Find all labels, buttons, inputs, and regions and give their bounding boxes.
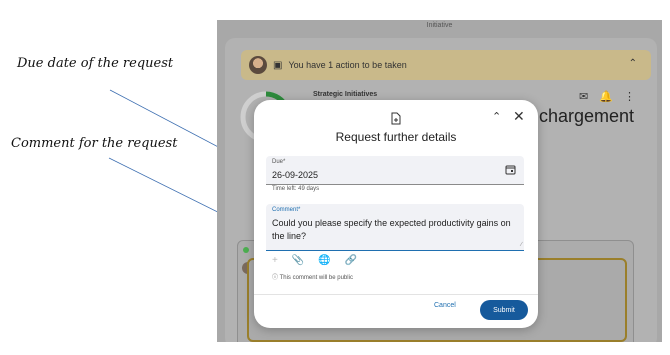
action-banner[interactable]: ▣ You have 1 action to be taken ⌃ <box>241 50 651 80</box>
status-dot <box>243 247 249 253</box>
chevron-up-icon[interactable]: ⌃ <box>629 58 637 69</box>
globe-icon[interactable]: 🌐 <box>318 255 330 266</box>
due-label: Due* <box>272 159 286 165</box>
page-title: chargement <box>539 106 635 126</box>
bell-icon[interactable]: 🔔 <box>599 91 613 103</box>
comment-value[interactable]: Could you please specify the expected pr… <box>272 217 514 243</box>
cancel-button[interactable]: Cancel <box>434 302 456 309</box>
app-header-text: Initiative <box>426 22 453 29</box>
submit-button[interactable]: Submit <box>480 300 528 320</box>
side-title: Strategic Initiatives <box>313 91 378 98</box>
public-note: ⓘ This comment will be public <box>272 272 353 281</box>
info-icon: ⓘ <box>272 275 279 281</box>
more-vert-icon[interactable]: ⋮ <box>624 91 635 103</box>
request-dialog: ⌃ ✕ Request further details Due* 26-09-2… <box>254 100 538 328</box>
action-icon: ▣ <box>273 59 283 71</box>
attachment-icon[interactable]: 📎 <box>292 255 304 266</box>
top-icons: ✉ 🔔 ⋮ <box>579 90 643 103</box>
close-icon[interactable]: ✕ <box>513 108 525 125</box>
banner-text: You have 1 action to be taken <box>288 60 407 70</box>
add-icon[interactable]: + <box>272 255 278 266</box>
public-note-text: This comment will be public <box>279 275 353 281</box>
time-left: Time left: 49 days <box>272 186 320 192</box>
annotation-comment: Comment for the request <box>11 136 178 151</box>
due-date-field[interactable]: Due* 26-09-2025 <box>266 156 524 185</box>
comment-toolbar: + 📎 🌐 🔗 <box>272 255 357 266</box>
comment-label: Comment* <box>272 207 301 213</box>
annotation-due-date: Due date of the request <box>17 56 174 71</box>
calendar-icon[interactable] <box>505 164 516 175</box>
comment-field[interactable]: Comment* Could you please specify the ex… <box>266 204 524 251</box>
document-plus-icon <box>391 112 401 125</box>
dialog-title: Request further details <box>335 130 457 144</box>
avatar <box>249 56 267 74</box>
due-value[interactable]: 26-09-2025 <box>272 170 318 180</box>
mail-icon[interactable]: ✉ <box>579 91 588 103</box>
collapse-chevron-icon[interactable]: ⌃ <box>492 110 501 123</box>
resize-handle-icon[interactable]: ∕ <box>521 242 522 248</box>
divider <box>254 294 538 295</box>
link-icon[interactable]: 🔗 <box>345 255 357 266</box>
